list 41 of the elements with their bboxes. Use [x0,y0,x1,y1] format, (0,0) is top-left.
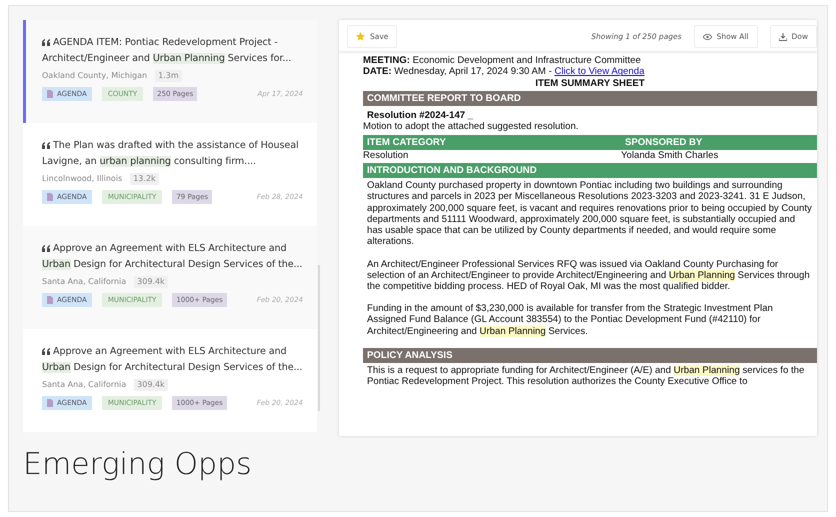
download-icon [778,32,786,41]
body-paragraph: This is a request to appropriate funding for Architect/Engineer (A/E) and Urban Planning services fo the Pontiac Redevelopment Project. This resolution authorizes the County Executive Office to [366,365,806,388]
body-paragraph: Funding in the amount of $3,230,000 is available for transfer from the Strategic Investment Plan Assigned Fund Balance (GL Account 383554) to the Pontiac Development Fund (#42110) for Architect/Engineering and Urban Planning Services. [366,303,774,337]
result-snippet: Approve an Agreement with ELS Architecture and Urban Design for Architectural Design Services of the... [42,345,303,376]
meeting-line: MEETING: Economic Development and Infrastructure Committee [363,55,642,66]
resolution-number: Resolution #2024-147 _ [367,110,474,122]
document-heading: ITEM SUMMARY SHEET [534,78,646,89]
body-paragraph: An Architect/Engineer Professional Services RFQ was issued via Oakland County Purchasing for selection of an Architect/Engineer to provide Architect/Engineering and Urban Planning Services through the competitive bidding process. HED of Royal Oak, MI was the most qualified bidder. [366,258,811,292]
document-icon [47,90,53,98]
location-text: Santa Ana, California [42,276,126,288]
document-icon [47,296,53,304]
view-count: 309.4k [134,378,168,391]
agenda-link[interactable]: Click to View Agenda [554,66,644,78]
location-text: Oakland County, Michigan [42,70,148,82]
document-icon [47,192,53,201]
star-icon [356,32,365,42]
result-snippet: The Plan was drafted with the assistance of Houseal Lavigne, an urban planning consulting firm.... [42,139,300,170]
section-header: INTRODUCTION AND BACKGROUND [363,163,817,178]
result-snippet: Approve an Agreement with ELS Architecture and Urban Design for Architectural Design Services of the... [42,242,303,272]
table-cell-text: Yolanda Smith Charles [621,150,720,161]
column-header: ITEM CATEGORY [367,136,447,148]
motion-text: Motion to adopt the attached suggested resolution. [363,121,580,133]
column-header: SPONSORED BY [625,136,704,148]
quote-icon [42,142,50,149]
location-text: Santa Ana, California [42,378,126,391]
table-cell-text: Resolution [363,150,410,161]
document-icon [47,398,53,407]
quote-icon [42,244,50,252]
body-paragraph: Oakland County purchased property in downtown Pontiac including two buildings and surrounding structures and parcels in 2023 per Miscellaneous Resolutions 2023-3203 and 2023-3241. 31 E Judson, approximately 200,000 square feet, is vacant and requires renovations prior to being occupied by County departments and 51111 Woodward, approximately 200,000 square feet, is substantially occupied and has usable space that can be utilized by County departments if needed, and would require some alterations. [366,180,813,248]
view-count: 13.2k [130,172,159,185]
location-text: Lincolnwood, Illinois [42,172,122,185]
eye-icon [702,34,712,40]
section-header: COMMITTEE REPORT TO BOARD [363,90,817,106]
view-count: 1.3m [155,70,182,82]
quote-icon [42,38,50,46]
quote-icon [42,348,50,355]
section-header: POLICY ANALYSIS [363,348,817,364]
view-count: 309.4k [134,276,168,288]
page-title: Emerging Opps [23,447,252,482]
result-snippet: AGENDA ITEM: Pontiac Redevelopment Project - Architect/Engineer and Urban Planning Services for... [42,36,292,66]
date-line: DATE: Wednesday, April 17, 2024 9:30 AM - Click to View Agenda [363,66,646,78]
